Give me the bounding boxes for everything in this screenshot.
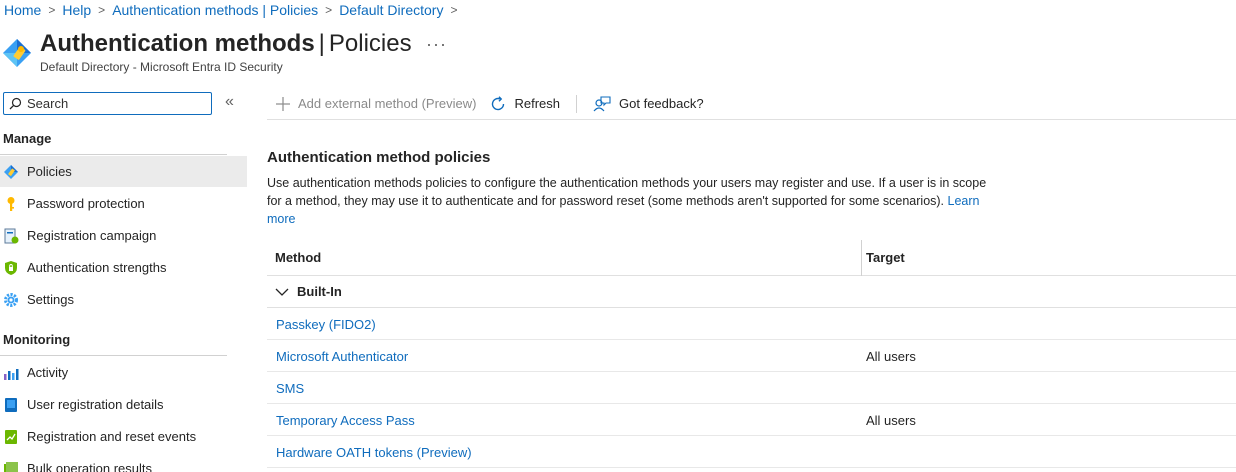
sidebar-item-settings[interactable]: Settings [0, 284, 247, 315]
chevron-down-icon[interactable] [275, 287, 289, 297]
sidebar-item-label: Policies [27, 164, 72, 179]
add-external-method-button[interactable]: Add external method (Preview) [276, 89, 476, 119]
sidebar-item-policies[interactable]: Policies [0, 156, 247, 187]
search-icon [9, 97, 22, 110]
feedback-icon [593, 95, 611, 112]
user-details-icon [3, 397, 19, 413]
section-title: Authentication method policies [267, 149, 491, 166]
chevron-right-icon: > [325, 3, 333, 17]
collapse-sidebar-button[interactable]: « [225, 93, 234, 111]
feedback-label: Got feedback? [619, 96, 704, 111]
target-cell: All users [866, 413, 916, 428]
refresh-label: Refresh [514, 96, 561, 111]
column-header-target[interactable]: Target [866, 250, 905, 265]
breadcrumb: Home > Help > Authentication methods | P… [4, 2, 464, 18]
sidebar-item-password-protection[interactable]: Password protection [0, 188, 247, 219]
methods-table: Method Target Built-In Passkey (FIDO2) M… [267, 240, 1236, 468]
divider [0, 154, 227, 155]
breadcrumb-help[interactable]: Help [62, 2, 91, 18]
main-content: Add external method (Preview) Refresh Go… [267, 88, 1236, 472]
breadcrumb-default-directory[interactable]: Default Directory [339, 2, 443, 18]
chevron-right-icon: > [98, 3, 106, 17]
sidebar-item-bulk-operation-results[interactable]: Bulk operation results [0, 453, 247, 472]
entra-logo-icon [3, 39, 31, 67]
refresh-button[interactable]: Refresh [490, 89, 560, 119]
page-title-main: Authentication methods [40, 30, 315, 57]
table-row: Microsoft Authenticator All users [267, 340, 1236, 372]
section-manage: Manage [3, 131, 52, 146]
page-header: Authentication methods | Policies ··· Defa… [2, 28, 702, 78]
add-external-method-label: Add external method (Preview) [298, 96, 477, 111]
sidebar-item-label: Registration and reset events [27, 429, 197, 444]
registration-icon [3, 228, 19, 244]
gear-icon [3, 292, 19, 308]
title-separator: | [318, 30, 325, 57]
policy-icon [3, 164, 19, 180]
target-cell: All users [866, 349, 916, 364]
events-icon [3, 429, 19, 445]
method-link[interactable]: Passkey (FIDO2) [276, 317, 376, 332]
page-title: Authentication methods | Policies [40, 30, 412, 58]
chart-icon [3, 365, 19, 381]
search-box[interactable] [3, 92, 212, 115]
column-resize-handle[interactable] [861, 240, 862, 276]
command-bar: Add external method (Preview) Refresh Go… [267, 88, 1236, 120]
refresh-icon [490, 95, 506, 112]
table-row: Passkey (FIDO2) [267, 308, 1236, 340]
feedback-button[interactable]: Got feedback? [593, 89, 704, 119]
sidebar-item-label: Bulk operation results [27, 461, 153, 472]
sidebar-item-user-registration-details[interactable]: User registration details [0, 389, 247, 420]
sidebar-item-label: Registration campaign [27, 228, 157, 243]
sidebar-item-registration-campaign[interactable]: Registration campaign [0, 220, 247, 251]
table-header: Method Target [267, 240, 1236, 276]
sidebar-item-label: Activity [27, 365, 69, 380]
table-row: Hardware OATH tokens (Preview) [267, 436, 1236, 468]
method-link[interactable]: Hardware OATH tokens (Preview) [276, 445, 472, 460]
group-label: Built-In [297, 284, 342, 299]
column-header-method[interactable]: Method [275, 250, 321, 265]
sidebar: « Manage Policies Password protection Re… [0, 90, 250, 472]
chevron-right-icon: > [450, 3, 458, 17]
sidebar-item-activity[interactable]: Activity [0, 357, 247, 388]
sidebar-item-label: Password protection [27, 196, 145, 211]
chevron-right-icon: > [48, 3, 56, 17]
sidebar-item-label: Authentication strengths [27, 260, 167, 275]
method-link[interactable]: SMS [276, 381, 304, 396]
group-row-built-in[interactable]: Built-In [267, 276, 1236, 308]
breadcrumb-auth-methods[interactable]: Authentication methods | Policies [112, 2, 318, 18]
method-link[interactable]: Microsoft Authenticator [276, 349, 408, 364]
table-row: Temporary Access Pass All users [267, 404, 1236, 436]
section-monitoring: Monitoring [3, 332, 71, 347]
bulk-icon [3, 461, 19, 472]
breadcrumb-home[interactable]: Home [4, 2, 41, 18]
plus-icon [276, 96, 290, 111]
toolbar-divider [576, 94, 578, 113]
sidebar-item-registration-reset-events[interactable]: Registration and reset events [0, 421, 247, 452]
method-link[interactable]: Temporary Access Pass [276, 413, 415, 428]
search-input[interactable] [27, 96, 207, 111]
table-row: SMS [267, 372, 1236, 404]
sidebar-item-authentication-strengths[interactable]: Authentication strengths [0, 252, 247, 283]
section-description: Use authentication methods policies to c… [267, 174, 987, 228]
shield-icon [3, 260, 19, 276]
page-title-section: Policies [328, 30, 412, 57]
sidebar-item-label: User registration details [27, 397, 164, 412]
sidebar-item-label: Settings [27, 292, 74, 307]
page-subtitle: Default Directory - Microsoft Entra ID S… [40, 60, 283, 74]
more-options-button[interactable]: ··· [426, 34, 447, 55]
key-icon [3, 196, 19, 212]
description-text: Use authentication methods policies to c… [267, 176, 987, 208]
divider [0, 355, 227, 356]
